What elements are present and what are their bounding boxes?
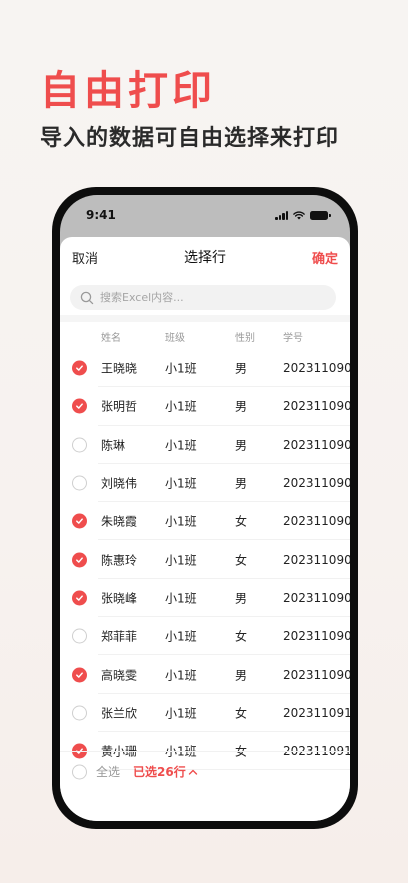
row-checkbox[interactable] [72,513,87,529]
check-icon [76,403,83,410]
cell-name: 王晓晓 [101,361,138,376]
table-row[interactable]: 朱晓霞 小1班 女 2023110905 [60,502,350,541]
cell-name: 朱晓霞 [101,514,138,529]
table-row[interactable]: 陈琳 小1班 男 2023110903 [60,426,350,465]
check-icon [76,365,83,371]
cell-class: 小1班 [165,553,197,568]
selected-count-button[interactable]: 已选26行 [133,763,198,780]
row-checkbox[interactable] [72,475,87,491]
table-row[interactable]: 刘晓伟 小1班 男 2023110904 [60,464,350,503]
row-checkbox[interactable] [72,667,87,683]
battery-icon [310,210,331,220]
sheet-header: 取消 选择行 确定 [60,237,350,277]
cell-student-id: 2023110902 [283,399,350,414]
confirm-button[interactable]: 确定 [312,248,338,267]
table-body: 王晓晓小1班男2023110901张明哲小1班男2023110902陈琳小1班男… [60,349,350,771]
cell-name: 郑菲菲 [101,629,138,644]
cell-student-id: 2023110908 [283,629,350,644]
cell-name: 高晓雯 [101,668,138,683]
cell-class: 小1班 [165,399,197,414]
cell-gender: 女 [235,514,248,529]
wifi-icon [293,211,305,220]
cell-name: 陈琳 [101,438,126,453]
select-all-checkbox[interactable] [72,764,87,779]
cell-student-id: 2023110907 [283,590,350,605]
cell-gender: 男 [235,361,248,376]
cell-gender: 女 [235,706,248,721]
cell-gender: 男 [235,668,248,683]
header-id: 学号 [283,333,303,344]
cell-student-id: 2023110905 [283,514,350,529]
status-icons [275,210,331,220]
table-row[interactable]: 陈惠玲 小1班 女 2023110906 [60,540,350,580]
table-row[interactable]: 张兰欣 小1班 女 2023110910 [60,694,350,733]
cell-student-id: 2023110904 [283,476,350,491]
cell-gender: 男 [235,438,248,453]
table-row[interactable]: 张明哲 小1班 男 2023110902 [60,387,350,426]
select-rows-sheet: 取消 选择行 确定 姓名 班级 性别 学号 王晓晓小1班男2023110901张… [60,237,350,821]
search-icon [80,291,94,304]
table-row[interactable]: 高晓雯 小1班 男 2023110909 [60,655,350,694]
cell-class: 小1班 [165,668,197,683]
cell-student-id: 2023110903 [283,437,350,452]
status-time: 9:41 [86,208,116,222]
table-header: 姓名 班级 性别 学号 [60,323,350,347]
row-checkbox[interactable] [72,437,87,453]
cell-class: 小1班 [165,438,197,453]
sheet-title: 选择行 [184,250,226,266]
row-checkbox[interactable] [72,590,87,606]
cell-gender: 男 [235,591,248,606]
cell-gender: 女 [235,553,248,568]
cell-gender: 男 [235,399,248,414]
cell-class: 小1班 [165,629,197,644]
check-icon [76,671,83,678]
cell-name: 陈惠玲 [101,553,138,568]
cell-student-id: 2023110906 [283,552,350,567]
header-class: 班级 [165,333,185,344]
chevron-up-icon [188,769,197,775]
header-gender: 性别 [235,333,255,344]
cell-gender: 女 [235,629,248,644]
status-bar: 9:41 [60,195,350,235]
check-icon [76,595,83,601]
select-all-label: 全选 [96,765,121,779]
cell-student-id: 2023110909 [283,667,350,682]
cell-gender: 男 [235,476,248,491]
cell-class: 小1班 [165,706,197,721]
row-checkbox[interactable] [72,360,87,376]
search-input[interactable] [100,291,310,304]
cancel-button[interactable]: 取消 [72,248,98,267]
signal-icon [275,210,288,220]
row-checkbox[interactable] [72,398,87,414]
header-name: 姓名 [101,333,121,344]
table-row[interactable]: 张晓峰 小1班 男 2023110907 [60,579,350,618]
phone-screen: 9:41 取消 选择行 确定 搜索Excel内容... 姓名 班级 性别 学号 … [60,195,350,821]
cell-name: 张明哲 [101,399,138,414]
cell-name: 张兰欣 [101,706,138,721]
selected-count-label: 已选26行 [133,765,186,779]
cell-class: 小1班 [165,476,197,491]
cell-student-id: 2023110901 [283,361,350,376]
check-icon [76,557,83,563]
cell-student-id: 2023110910 [283,705,350,720]
table-row[interactable]: 王晓晓 小1班 男 2023110901 [60,349,350,388]
row-checkbox[interactable] [72,552,87,568]
cell-class: 小1班 [165,591,197,606]
search-bar[interactable] [70,285,336,310]
table-row[interactable]: 郑菲菲 小1班 女 2023110908 [60,617,350,656]
cell-name: 张晓峰 [101,591,138,606]
divider [60,315,350,322]
cell-class: 小1班 [165,514,197,529]
row-checkbox[interactable] [72,628,87,644]
check-icon [76,518,83,525]
sheet-footer: 全选 已选26行 [60,751,350,791]
cell-class: 小1班 [165,361,197,376]
phone-frame: 9:41 取消 选择行 确定 搜索Excel内容... 姓名 班级 性别 学号 … [52,187,358,829]
cell-name: 刘晓伟 [101,476,138,491]
hero-title: 自由打印 [40,68,216,114]
hero-subtitle: 导入的数据可自由选择来打印 [40,126,340,151]
row-checkbox[interactable] [72,705,87,721]
